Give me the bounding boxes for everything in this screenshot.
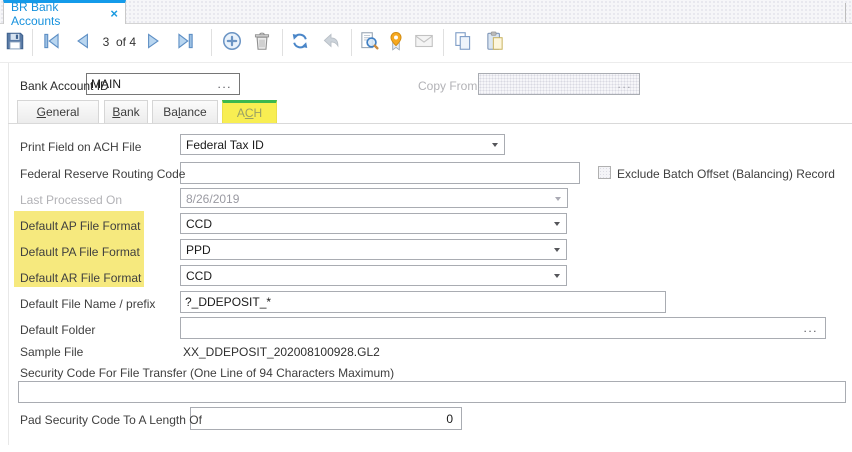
tab-balance-label: Balance — [163, 105, 207, 119]
bank-account-id-field[interactable]: ... — [86, 73, 240, 95]
chevron-down-icon — [554, 248, 560, 252]
toolbar-separator — [351, 29, 352, 56]
email-button[interactable] — [413, 30, 435, 52]
file-name-input[interactable] — [180, 291, 666, 313]
location-pin-icon — [390, 31, 402, 51]
record-total: of 4 — [116, 35, 137, 49]
chevron-down-icon — [492, 143, 498, 147]
pa-format-label: Default PA File Format — [20, 245, 140, 259]
file-name-label: Default File Name / prefix — [20, 297, 156, 311]
envelope-icon — [415, 34, 433, 48]
close-tab-icon[interactable]: × — [110, 7, 118, 20]
copy-from-label: Copy From — [418, 79, 478, 93]
next-record-icon — [148, 33, 159, 49]
bank-account-id-lookup-ellipsis[interactable]: ... — [217, 75, 232, 93]
tab-general-label: General — [36, 105, 80, 119]
tab-general[interactable]: General — [17, 100, 99, 123]
copy-button[interactable] — [452, 30, 474, 52]
form-left-border — [8, 63, 9, 445]
copy-from-input — [479, 74, 639, 94]
copy-icon — [455, 32, 471, 50]
paste-icon — [487, 31, 503, 50]
tab-bank-label: Bank — [112, 105, 140, 119]
add-icon — [222, 31, 242, 51]
folder-browse-ellipsis[interactable]: ... — [803, 319, 818, 337]
default-folder-field[interactable]: ... — [180, 317, 826, 339]
default-folder-label: Default Folder — [20, 323, 96, 337]
tabstrip-edge-divider — [845, 3, 846, 22]
bank-account-id-label: Bank Account ID — [20, 79, 109, 93]
first-record-button[interactable] — [41, 30, 63, 52]
routing-code-label: Federal Reserve Routing Code — [20, 167, 186, 181]
ar-format-dropdown[interactable]: CCD — [180, 265, 567, 286]
trash-icon — [254, 32, 270, 50]
record-position: 3 — [102, 35, 110, 49]
delete-record-button[interactable] — [251, 30, 273, 52]
undo-button[interactable] — [320, 30, 342, 52]
print-field-label: Print Field on ACH File — [20, 140, 142, 154]
toolbar-separator — [443, 29, 444, 56]
toolbar-separator — [32, 29, 33, 56]
app-window: BR Bank Accounts × 3 of 4 Bank Account I… — [0, 0, 852, 452]
ar-format-label: Default AR File Format — [20, 271, 142, 285]
ar-format-value: CCD — [186, 269, 212, 283]
exclude-batch-offset-label: Exclude Batch Offset (Balancing) Record — [617, 167, 835, 181]
refresh-button[interactable] — [289, 30, 311, 52]
ap-format-value: CCD — [186, 217, 212, 231]
save-icon — [6, 32, 24, 50]
tab-balance[interactable]: Balance — [152, 100, 218, 123]
document-tab-bank-accounts[interactable]: BR Bank Accounts × — [3, 0, 126, 28]
sample-file-value: XX_DDEPOSIT_202008100928.GL2 — [183, 345, 380, 359]
tab-content-divider — [8, 123, 852, 124]
document-tabstrip: BR Bank Accounts × — [0, 0, 852, 28]
copy-from-field: ... — [478, 73, 640, 95]
pa-format-dropdown[interactable]: PPD — [180, 239, 567, 260]
chevron-down-icon — [554, 222, 560, 226]
last-processed-label: Last Processed On — [20, 193, 123, 207]
copy-from-lookup-ellipsis: ... — [617, 77, 632, 91]
print-field-dropdown[interactable]: Federal Tax ID — [180, 134, 505, 155]
ap-format-dropdown[interactable]: CCD — [180, 213, 567, 234]
tab-ach-label: ACH — [236, 106, 263, 120]
main-toolbar: 3 of 4 — [0, 25, 852, 63]
refresh-icon — [292, 33, 308, 49]
exclude-batch-offset-checkbox[interactable] — [598, 166, 611, 179]
first-record-icon — [44, 33, 59, 49]
ap-format-label: Default AP File Format — [20, 219, 141, 233]
add-record-button[interactable] — [221, 30, 243, 52]
routing-code-input[interactable] — [180, 162, 580, 184]
pa-format-value: PPD — [186, 243, 211, 257]
save-button[interactable] — [4, 30, 26, 52]
toolbar-separator — [211, 29, 212, 56]
pad-length-input[interactable] — [190, 407, 462, 430]
document-tab-title: BR Bank Accounts — [11, 0, 61, 28]
chevron-down-icon — [555, 197, 561, 201]
last-processed-dropdown: 8/26/2019 — [180, 188, 568, 208]
tab-ach[interactable]: ACH — [222, 100, 277, 123]
print-preview-button[interactable] — [358, 30, 380, 52]
print-field-value: Federal Tax ID — [186, 138, 264, 152]
security-code-label: Security Code For File Transfer (One Lin… — [20, 366, 395, 380]
previous-record-button[interactable] — [72, 30, 94, 52]
tab-bank[interactable]: Bank — [104, 100, 148, 123]
next-record-button[interactable] — [142, 30, 164, 52]
last-processed-value: 8/26/2019 — [186, 192, 240, 206]
default-folder-input[interactable] — [181, 318, 825, 338]
last-record-button[interactable] — [174, 30, 196, 52]
document-search-icon — [361, 32, 379, 50]
undo-icon — [323, 33, 339, 48]
bank-account-id-input[interactable] — [87, 74, 239, 94]
previous-record-icon — [77, 33, 88, 49]
last-record-icon — [178, 33, 193, 49]
toolbar-separator — [282, 29, 283, 56]
pad-length-label: Pad Security Code To A Length Of — [20, 413, 202, 427]
sample-file-label: Sample File — [20, 345, 84, 359]
security-code-input[interactable] — [18, 381, 846, 403]
bookmark-button[interactable] — [385, 30, 407, 52]
chevron-down-icon — [554, 274, 560, 278]
paste-button[interactable] — [484, 30, 506, 52]
